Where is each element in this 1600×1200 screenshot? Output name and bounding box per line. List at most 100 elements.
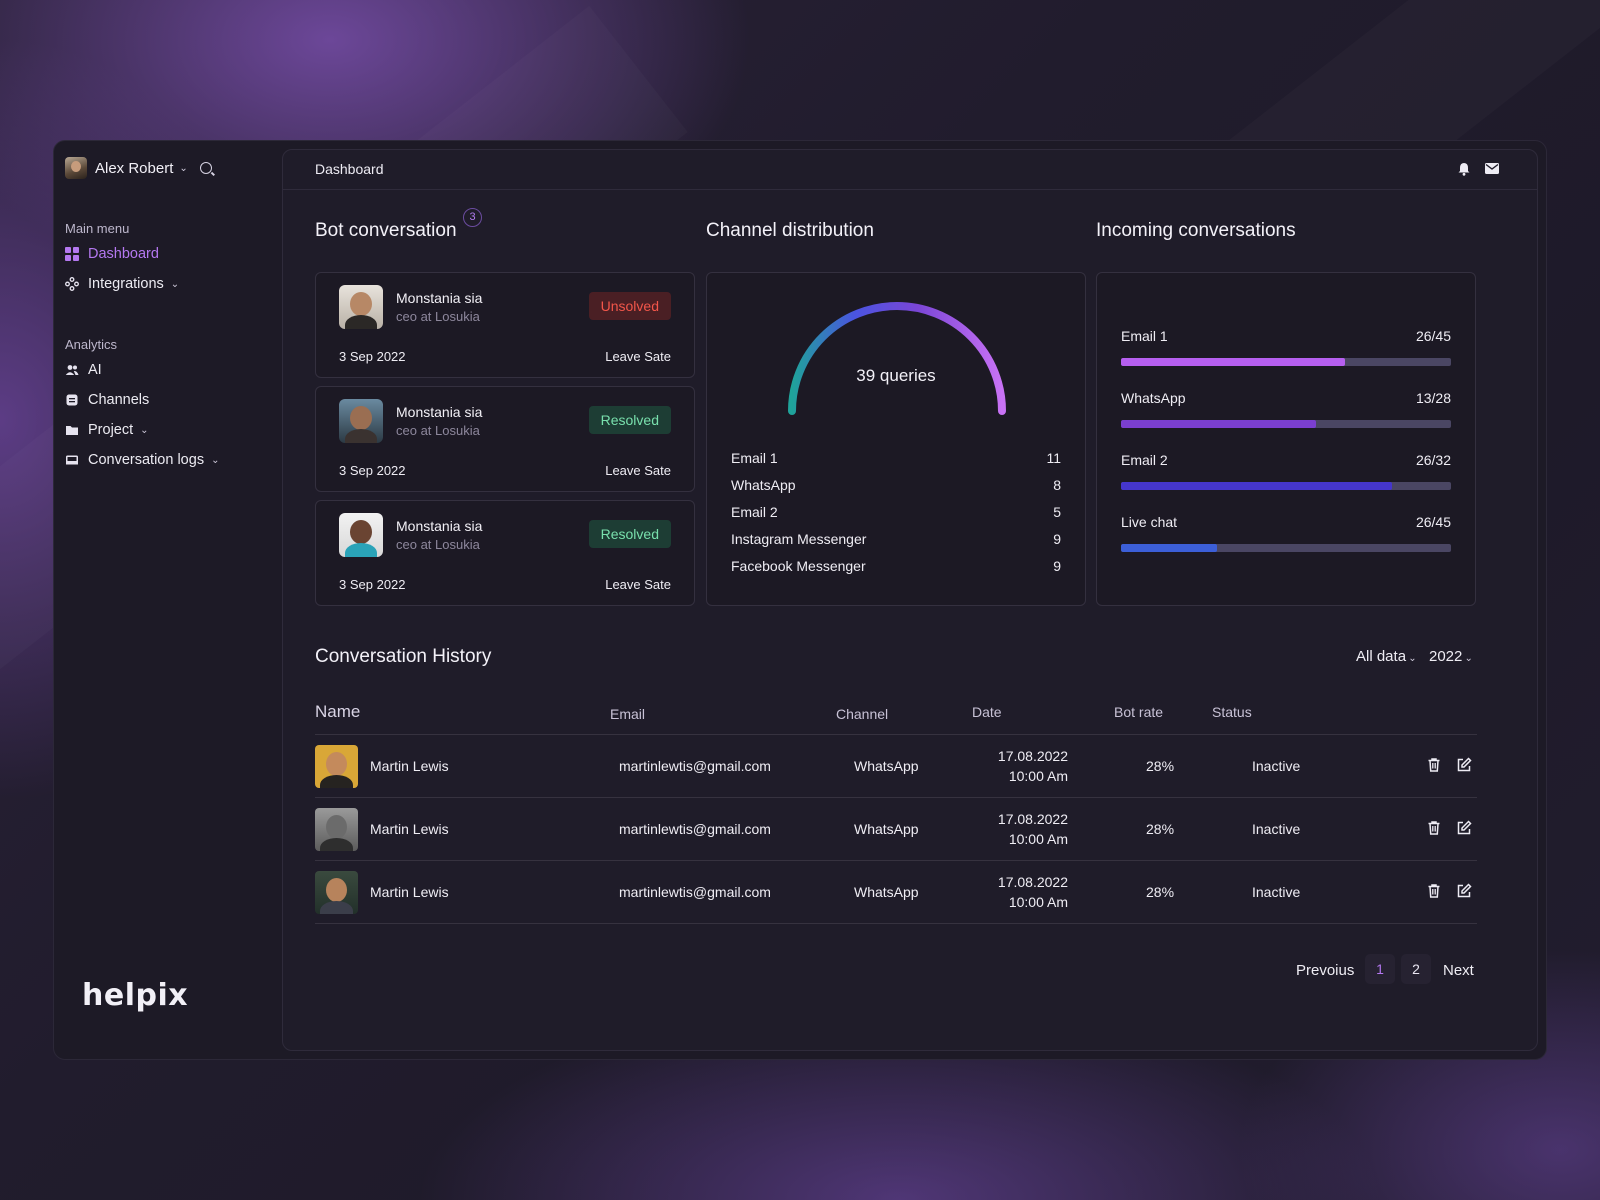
page-title: Dashboard <box>315 161 384 177</box>
next-page-button[interactable]: Next <box>1443 962 1474 979</box>
cell-date: 17.08.2022 10:00 Am <box>998 746 1068 786</box>
table-row[interactable]: Martin Lewis martinlewtis@gmail.com What… <box>315 798 1477 860</box>
contact-role: ceo at Losukia <box>396 537 480 552</box>
user-menu[interactable]: Alex Robert ⌄ <box>65 157 212 179</box>
row-label: WhatsApp <box>1121 390 1186 406</box>
user-name: Alex Robert <box>95 159 174 177</box>
mail-icon[interactable] <box>1485 163 1499 174</box>
edit-icon[interactable] <box>1456 883 1472 899</box>
avatar <box>339 399 383 443</box>
dashboard-grid-icon <box>65 247 79 261</box>
leave-sate-link[interactable]: Leave Sate <box>605 577 671 592</box>
bot-conversation-card[interactable]: Monstania sia ceo at Losukia Resolved 3 … <box>315 386 695 492</box>
avatar <box>339 513 383 557</box>
table-row[interactable]: Martin Lewis martinlewtis@gmail.com What… <box>315 735 1477 797</box>
sidebar-item-label: Integrations <box>88 276 164 292</box>
sidebar-item-conversation-logs[interactable]: Conversation logs ⌄ <box>65 452 219 468</box>
cell-date: 17.08.2022 10:00 Am <box>998 809 1068 849</box>
page-1-button[interactable]: 1 <box>1365 954 1395 984</box>
column-header-status[interactable]: Status <box>1212 704 1252 720</box>
inbox-icon <box>65 453 79 467</box>
queries-gauge <box>788 302 1006 415</box>
sidebar-item-project[interactable]: Project ⌄ <box>65 422 149 438</box>
cell-email: martinlewtis@gmail.com <box>619 758 771 774</box>
column-header-date[interactable]: Date <box>972 704 1002 720</box>
chevron-down-icon: ⌄ <box>211 454 220 466</box>
status-badge: Resolved <box>588 520 671 548</box>
distribution-row: Email 1 11 <box>731 450 1061 466</box>
conversation-history-title: Conversation History <box>315 646 492 667</box>
main-panel: Dashboard Bot conversation 3 Monstania s… <box>282 149 1538 1051</box>
sidebar-item-integrations[interactable]: Integrations ⌄ <box>65 276 179 292</box>
trash-icon[interactable] <box>1426 757 1442 773</box>
edit-icon[interactable] <box>1456 757 1472 773</box>
bot-conversation-card[interactable]: Monstania sia ceo at Losukia Unsolved 3 … <box>315 272 695 378</box>
row-value: 9 <box>1053 531 1061 547</box>
cell-bot-rate: 28% <box>1146 821 1175 837</box>
bot-conversation-title: Bot conversation <box>315 220 457 241</box>
conversation-date: 3 Sep 2022 <box>339 349 406 364</box>
status-badge: Resolved <box>588 406 671 434</box>
conversation-date: 3 Sep 2022 <box>339 463 406 478</box>
chevron-down-icon: ⌄ <box>1464 653 1473 664</box>
progress-bar-fill <box>1121 358 1346 366</box>
table-row[interactable]: Martin Lewis martinlewtis@gmail.com What… <box>315 861 1477 923</box>
cell-name: Martin Lewis <box>370 884 449 900</box>
gauge-label: 39 queries <box>856 366 936 385</box>
row-value: 11 <box>1046 450 1061 466</box>
sidebar-item-label: Conversation logs <box>88 452 205 468</box>
bell-icon[interactable] <box>1457 162 1471 176</box>
column-header-email[interactable]: Email <box>610 706 645 722</box>
sidebar-item-ai[interactable]: AI <box>65 362 102 378</box>
distribution-row: WhatsApp 8 <box>731 477 1061 493</box>
cell-date: 17.08.2022 10:00 Am <box>998 872 1068 912</box>
chevron-down-icon: ⌄ <box>179 162 188 174</box>
cell-channel: WhatsApp <box>854 821 919 837</box>
row-value: 26/32 <box>1415 452 1451 468</box>
year-dropdown[interactable]: 2022 ⌄ <box>1429 648 1473 665</box>
year-label: 2022 <box>1429 648 1463 665</box>
channel-distribution-title: Channel distribution <box>706 220 874 241</box>
search-icon[interactable] <box>199 162 212 174</box>
incoming-conversations-card: Email 1 26/45 WhatsApp 13/28 Email 2 26/32 … <box>1096 272 1476 606</box>
integrations-icon <box>65 277 79 291</box>
time-value: 10:00 Am <box>1008 768 1068 784</box>
page-2-button[interactable]: 2 <box>1401 954 1431 984</box>
column-header-bot-rate[interactable]: Bot rate <box>1114 704 1163 720</box>
bot-conversation-card[interactable]: Monstania sia ceo at Losukia Resolved 3 … <box>315 500 695 606</box>
column-header-channel[interactable]: Channel <box>836 706 888 722</box>
trash-icon[interactable] <box>1426 883 1442 899</box>
leave-sate-link[interactable]: Leave Sate <box>605 463 671 478</box>
row-value: 8 <box>1053 477 1061 493</box>
sidebar-item-label: Project <box>88 422 134 438</box>
incoming-conversations-title: Incoming conversations <box>1096 220 1296 241</box>
contact-role: ceo at Losukia <box>396 309 480 324</box>
column-header-name[interactable]: Name <box>315 702 360 722</box>
previous-page-button[interactable]: Prevoius <box>1296 962 1354 979</box>
row-label: Email 2 <box>731 504 778 520</box>
progress-bar-fill <box>1121 420 1316 428</box>
cell-status: Inactive <box>1252 884 1301 900</box>
contact-role: ceo at Losukia <box>396 423 480 438</box>
row-label: Instagram Messenger <box>731 531 867 547</box>
avatar <box>315 745 358 788</box>
distribution-row: Email 2 5 <box>731 504 1061 520</box>
date-value: 17.08.2022 <box>997 874 1068 890</box>
row-value: 26/45 <box>1415 514 1451 530</box>
trash-icon[interactable] <box>1426 820 1442 836</box>
divider <box>315 923 1477 924</box>
contact-name: Monstania sia <box>396 290 483 306</box>
data-filter-dropdown[interactable]: All data ⌄ <box>1356 648 1417 665</box>
distribution-row: Facebook Messenger 9 <box>731 558 1061 574</box>
sidebar-item-dashboard[interactable]: Dashboard <box>65 246 159 262</box>
cell-email: martinlewtis@gmail.com <box>619 884 771 900</box>
leave-sate-link[interactable]: Leave Sate <box>605 349 671 364</box>
filter-label: All data <box>1356 648 1407 665</box>
analytics-label: Analytics <box>65 337 118 352</box>
cell-status: Inactive <box>1252 758 1301 774</box>
conversation-date: 3 Sep 2022 <box>339 577 406 592</box>
edit-icon[interactable] <box>1456 820 1472 836</box>
sidebar-item-channels[interactable]: Channels <box>65 392 149 408</box>
row-value: 26/45 <box>1415 328 1451 344</box>
incoming-row: WhatsApp 13/28 <box>1121 390 1451 428</box>
